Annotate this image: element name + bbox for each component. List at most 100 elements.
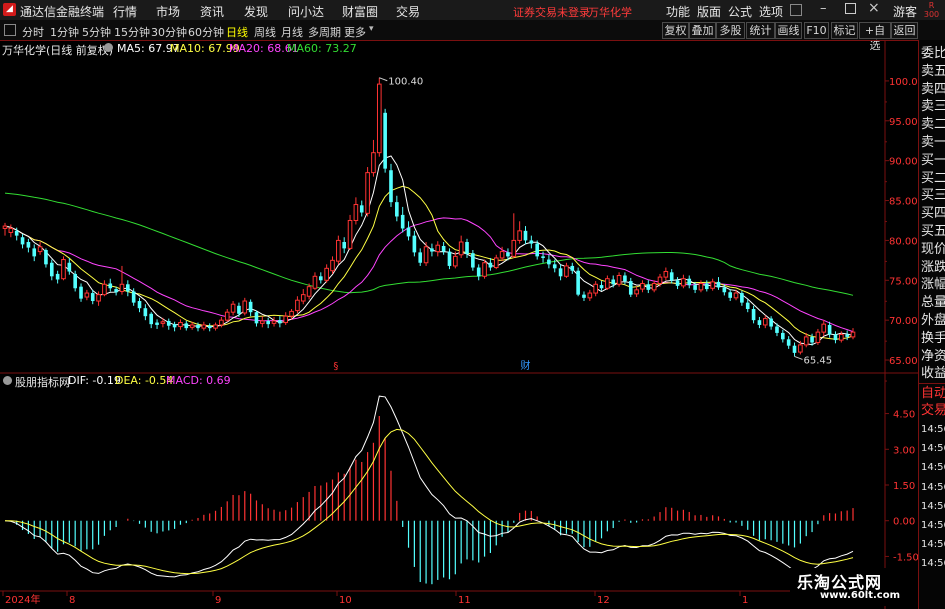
ma60-line [4, 192, 854, 296]
login-status[interactable]: 证券交易未登录 [513, 4, 590, 20]
statistics-button[interactable]: 统计 [746, 22, 775, 39]
candle-body [599, 285, 604, 289]
candle-body [336, 239, 341, 262]
maximize-icon[interactable] [845, 3, 856, 14]
period-tab-60min[interactable]: 60分钟 [188, 24, 224, 40]
candle-body [61, 259, 66, 280]
candle [254, 310, 259, 327]
candle [8, 224, 14, 238]
minimize-icon[interactable]: – [820, 1, 827, 16]
menu-item-ask[interactable]: 问小达 [288, 3, 324, 20]
candle [347, 214, 353, 250]
close-icon[interactable]: × [868, 0, 880, 16]
candle [44, 248, 48, 268]
period-tab-5min[interactable]: 5分钟 [82, 24, 111, 40]
window-icon[interactable] [790, 4, 802, 16]
candle [266, 317, 270, 329]
candle-body [196, 324, 200, 329]
candle [663, 267, 669, 281]
candle [376, 77, 382, 157]
candle-body [698, 282, 704, 291]
indicator-settings-icon[interactable] [3, 376, 12, 385]
candle [318, 272, 323, 284]
x-axis-label: 9 [215, 595, 221, 606]
candle [833, 331, 838, 344]
menu-item-trade[interactable]: 交易 [396, 3, 420, 20]
candle-body [623, 275, 627, 282]
overlay-button[interactable]: 叠加 [689, 22, 716, 39]
candle-body [757, 320, 762, 325]
menu-item-layout[interactable]: 版面 [697, 3, 721, 20]
candle-body [499, 251, 505, 259]
price-tick-label: 70.00 [889, 316, 918, 327]
back-button[interactable]: 返回 [891, 22, 918, 39]
sidebar-field-14: 总量 [921, 295, 945, 311]
macd-tick-label: 4.50 [893, 410, 915, 421]
candle-body [447, 251, 452, 266]
candle-body [798, 344, 803, 353]
guest-user[interactable]: 游客 [893, 3, 917, 20]
menu-item-wealth[interactable]: 财富圈 [342, 3, 378, 20]
menu-item-market[interactable]: 市场 [156, 3, 180, 20]
period-tab-daily[interactable]: 日线 [226, 24, 248, 40]
candle-body [119, 283, 125, 292]
candle [599, 281, 604, 291]
candle [353, 197, 359, 225]
candle [511, 213, 517, 258]
chevron-down-icon[interactable]: ▾ [369, 24, 374, 34]
menu-item-news[interactable]: 资讯 [200, 3, 224, 20]
candle [242, 297, 248, 316]
period-tab-weekly[interactable]: 周线 [254, 24, 276, 40]
candle-body [458, 241, 464, 256]
menu-item-formula[interactable]: 公式 [728, 3, 752, 20]
sidebar-field-1: 卖五 [921, 63, 945, 79]
period-tab-multi[interactable]: 多周期 [308, 24, 341, 40]
candle [155, 319, 159, 329]
auto-trade-label-1[interactable]: 交易 [921, 403, 945, 419]
menu-item-function[interactable]: 功能 [666, 3, 690, 20]
candle [389, 163, 393, 207]
period-tab-more[interactable]: 更多 [344, 24, 366, 40]
menu-item-quotes[interactable]: 行情 [113, 3, 137, 20]
candle-body [611, 279, 616, 285]
ma20-line [4, 217, 854, 333]
candle [37, 242, 43, 255]
period-tab-30min[interactable]: 30分钟 [151, 24, 187, 40]
current-stock-name: 万华化学 [588, 6, 632, 19]
menu-item-options[interactable]: 选项 [759, 3, 783, 20]
candle-body [2, 225, 8, 229]
period-tab-monthly[interactable]: 月线 [281, 24, 303, 40]
auto-trade-label-0[interactable]: 自动 [921, 386, 945, 402]
candle-body [295, 299, 300, 312]
candle-body [651, 282, 657, 291]
draw-line-button[interactable]: 画线 [775, 22, 802, 39]
settings-dot-icon[interactable] [104, 43, 113, 52]
kline-chart[interactable]: 100.095.0090.0085.0080.0075.0070.0065.00… [0, 40, 918, 609]
candle [786, 336, 791, 349]
period-tab-intraday[interactable]: 分时 [22, 24, 44, 40]
candle-body [423, 246, 429, 264]
toggle-panel-icon[interactable] [4, 24, 16, 36]
pin-corner-button[interactable]: R 300 [918, 1, 945, 19]
adjust-button[interactable]: 复权 [662, 22, 689, 39]
menu-item-discover[interactable]: 发现 [244, 3, 268, 20]
price-tick-label: 65.00 [889, 356, 918, 367]
candle [623, 272, 627, 285]
period-tab-15min[interactable]: 15分钟 [114, 24, 150, 40]
candle [213, 322, 218, 331]
candle-body [710, 281, 715, 289]
candle [67, 257, 72, 275]
indicator-title[interactable]: 股朋指标网 [15, 374, 70, 390]
candle-body [278, 320, 282, 324]
candle-body [172, 324, 177, 328]
candle-body [740, 293, 744, 303]
multi-stock-button[interactable]: 多股 [716, 22, 745, 39]
f10-button[interactable]: F10 [804, 22, 829, 39]
candle [740, 290, 744, 306]
candle-body [300, 294, 306, 302]
period-tab-1min[interactable]: 1分钟 [50, 24, 79, 40]
mark-button[interactable]: 标记 [831, 22, 858, 39]
candle-body [558, 268, 563, 277]
candle [634, 286, 639, 298]
add-watchlist-button[interactable]: +自选 [859, 22, 891, 52]
